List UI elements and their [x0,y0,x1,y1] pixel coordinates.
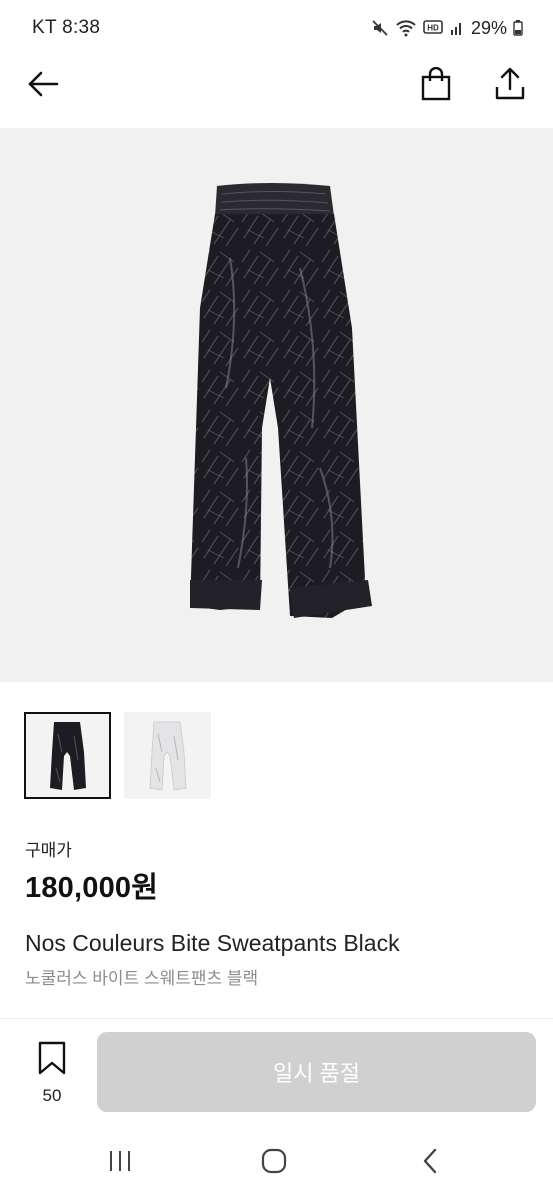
product-name-en: Nos Couleurs Bite Sweatpants Black [25,930,400,956]
back-button[interactable] [22,66,64,106]
shopping-bag-icon [420,66,452,106]
thumbnail-strip [24,712,211,799]
wish-count: 50 [42,1086,62,1105]
wishlist-button[interactable]: 50 [22,1041,82,1111]
carrier-time: KT 8:38 [32,17,101,38]
nav-back-button[interactable] [408,1145,452,1181]
product-name-ko: 노쿨러스 바이트 스웨트팬츠 블랙 [25,969,259,988]
price-value: 180,000원 [25,872,159,904]
nav-back-icon [420,1147,440,1180]
pants-illustration [190,183,372,618]
status-icons: HD 29% [371,18,523,39]
system-nav-bar [0,1129,553,1200]
home-icon [260,1147,288,1180]
back-arrow-icon [27,70,59,103]
sold-out-button[interactable]: 일시 품절 [97,1032,536,1112]
battery-percent: 29% [470,17,507,38]
shopping-bag-button[interactable] [414,64,458,108]
wifi-icon [395,19,417,37]
thumbnail-black[interactable] [24,712,111,799]
price-label: 구매가 [25,841,72,860]
hd-icon: HD [423,19,443,37]
status-bar: KT 8:38 HD 29% [0,0,553,56]
battery-icon [513,19,523,37]
mute-icon [371,19,389,37]
home-button[interactable] [252,1145,296,1181]
thumbnail-white[interactable] [124,712,211,799]
svg-text:HD: HD [427,24,439,33]
signal-icon [449,19,465,37]
recent-apps-button[interactable] [98,1145,142,1181]
product-image[interactable] [0,128,553,682]
bottom-action-bar: 50 일시 품절 [0,1019,553,1129]
share-icon [494,67,526,106]
top-app-bar [0,56,553,128]
share-button[interactable] [488,64,532,108]
bookmark-icon [36,1041,68,1080]
recent-apps-icon [107,1149,133,1178]
